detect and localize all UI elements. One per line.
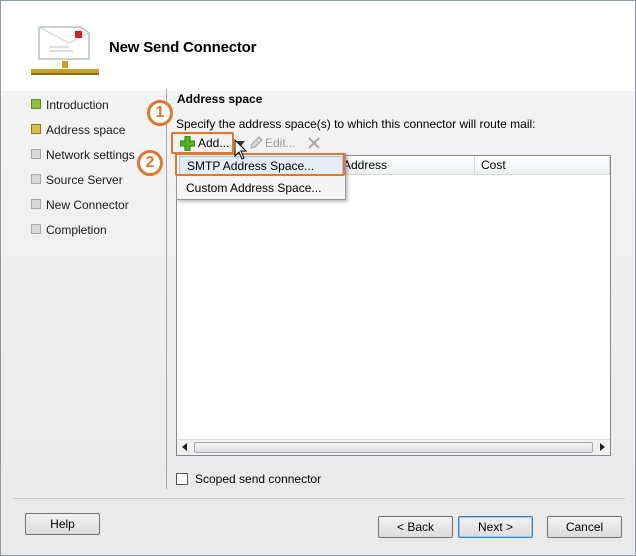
step-pending-icon (31, 224, 41, 234)
step-pending-icon (31, 199, 41, 209)
nav-item-address-space[interactable]: Address space (31, 122, 166, 147)
scoped-send-connector-label: Scoped send connector (195, 472, 322, 486)
instruction-text: Specify the address space(s) to which th… (176, 117, 536, 131)
edit-button[interactable]: Edit... (249, 134, 301, 154)
step-pending-icon (31, 174, 41, 184)
help-button[interactable]: Help (25, 513, 100, 535)
cancel-button[interactable]: Cancel (547, 516, 622, 538)
nav-item-label: Address space (46, 123, 126, 137)
section-title: Address space (177, 92, 263, 106)
edit-button-label: Edit... (265, 136, 296, 150)
scroll-right-button[interactable] (594, 440, 610, 455)
mouse-pointer-icon (234, 139, 248, 160)
scroll-thumb[interactable] (194, 442, 593, 453)
menu-item-custom-address-space[interactable]: Custom Address Space... (179, 178, 343, 198)
wizard-window: New Send Connector Introduction Address … (0, 0, 636, 556)
column-header-address[interactable]: Address (337, 156, 475, 174)
scoped-send-connector-checkbox[interactable] (176, 473, 188, 485)
send-connector-icon (31, 26, 99, 75)
nav-item-introduction[interactable]: Introduction (31, 97, 166, 122)
wizard-header: New Send Connector (1, 1, 635, 91)
nav-divider (166, 89, 167, 489)
wizard-title: New Send Connector (109, 39, 257, 56)
callout-badge-1: 1 (147, 100, 173, 126)
arrow-right-icon (600, 443, 605, 451)
footer-divider (13, 498, 625, 499)
nav-item-source-server[interactable]: Source Server (31, 172, 166, 197)
scroll-left-button[interactable] (177, 440, 193, 455)
nav-item-label: Source Server (46, 173, 123, 187)
remove-x-icon[interactable] (306, 135, 322, 151)
horizontal-scrollbar[interactable] (177, 439, 610, 455)
edit-pencil-icon (250, 136, 263, 149)
nav-item-label: Introduction (46, 98, 109, 112)
column-header-cost[interactable]: Cost (475, 156, 610, 174)
arrow-left-icon (182, 443, 187, 451)
nav-item-new-connector[interactable]: New Connector (31, 197, 166, 222)
callout-highlight-smtp (175, 153, 345, 176)
step-current-icon (31, 124, 41, 134)
nav-item-label: New Connector (46, 198, 129, 212)
step-completed-icon (31, 99, 41, 109)
callout-badge-2: 2 (137, 150, 163, 176)
address-space-list[interactable]: Address Cost (176, 155, 611, 456)
nav-item-completion[interactable]: Completion (31, 222, 166, 247)
step-pending-icon (31, 149, 41, 159)
back-button[interactable]: < Back (378, 516, 453, 538)
nav-item-label: Completion (46, 223, 107, 237)
callout-highlight-add (171, 132, 234, 154)
next-button[interactable]: Next > (458, 516, 533, 538)
nav-item-label: Network settings (46, 148, 135, 162)
